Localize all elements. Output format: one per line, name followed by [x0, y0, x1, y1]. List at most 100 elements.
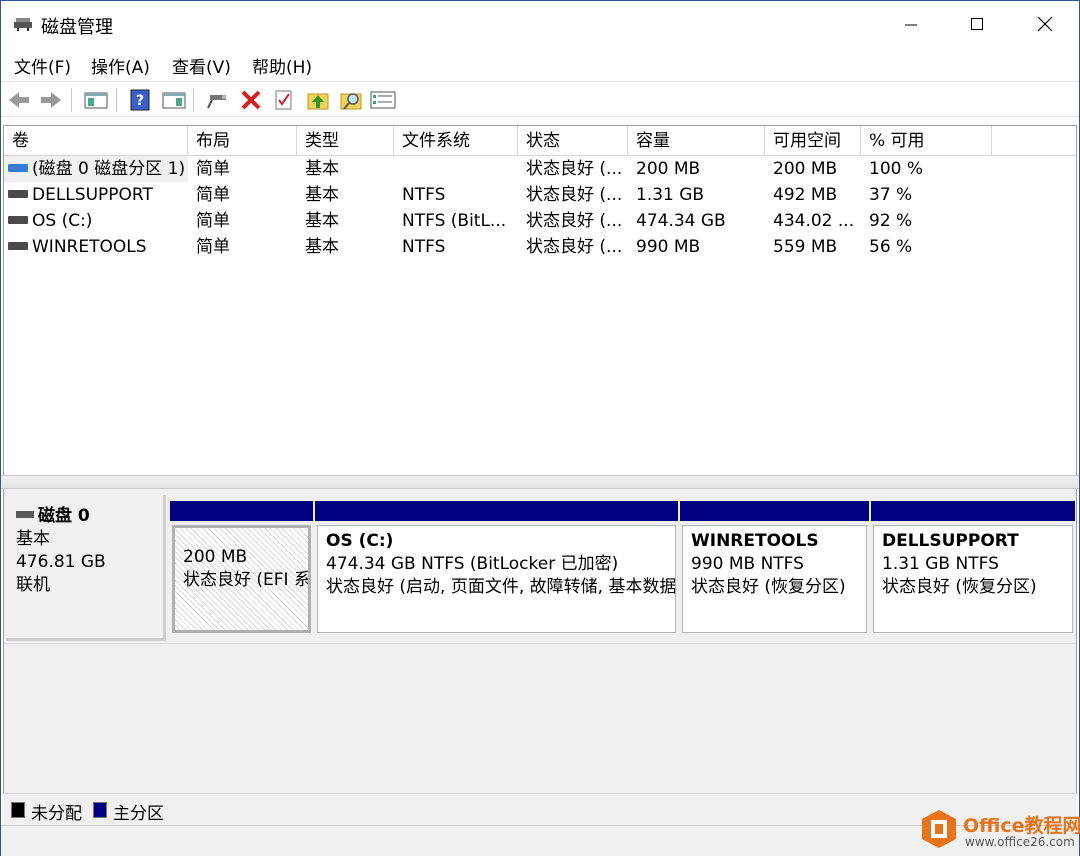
office-logo-icon — [922, 810, 956, 848]
volume-type: 基本 — [305, 237, 339, 257]
properties-button[interactable] — [271, 87, 297, 113]
forward-icon — [41, 92, 61, 108]
maximize-button[interactable] — [944, 1, 1010, 47]
volume-filesystem: NTFS (BitL... — [402, 211, 507, 231]
legend-swatch-primary — [93, 802, 107, 818]
volume-percent-free: 100 % — [869, 159, 924, 179]
show-hide-console-tree-button[interactable] — [83, 87, 109, 113]
column-header-type[interactable]: 类型 — [297, 126, 394, 156]
forward-button[interactable] — [38, 87, 64, 113]
volume-icon — [8, 241, 28, 250]
volume-capacity: 200 MB — [636, 159, 701, 179]
menu-action[interactable]: 操作(A) — [91, 53, 150, 78]
partition-title: DELLSUPPORT — [882, 531, 1019, 551]
delete-icon — [241, 90, 261, 110]
volume-row[interactable]: OS (C:) 简单 基本 NTFS (BitL... 状态良好 (... 47… — [4, 208, 1076, 234]
column-header-volume[interactable]: 卷 — [4, 126, 188, 156]
volume-free-space: 492 MB — [773, 185, 838, 205]
partition-status: 状态良好 (恢复分区) — [882, 577, 1037, 597]
volume-status: 状态良好 (... — [526, 185, 623, 205]
partition-winretools[interactable]: WINRETOOLS 990 MB NTFS 状态良好 (恢复分区) — [680, 501, 869, 635]
disk-management-window: 磁盘管理 文件(F) 操作(A) 查看(V) 帮助(H) ? 卷 布局 类型 文… — [0, 0, 1080, 856]
volume-type: 基本 — [305, 185, 339, 205]
column-header-layout[interactable]: 布局 — [188, 126, 297, 156]
volume-layout: 简单 — [196, 159, 230, 179]
primary-partition-bar — [871, 501, 1075, 521]
volume-list[interactable]: 卷 布局 类型 文件系统 状态 容量 可用空间 % 可用 (磁盘 0 磁盘分区 … — [3, 125, 1077, 475]
column-header-capacity[interactable]: 容量 — [628, 126, 765, 156]
volume-filesystem: NTFS — [402, 185, 446, 205]
volume-name: DELLSUPPORT — [32, 185, 153, 205]
column-header-filesystem[interactable]: 文件系统 — [394, 126, 518, 156]
volume-icon — [8, 215, 28, 224]
column-header-free-space[interactable]: 可用空间 — [765, 126, 861, 156]
delete-button[interactable] — [238, 87, 264, 113]
customize-view-button[interactable] — [370, 87, 396, 113]
volume-icon — [8, 163, 28, 172]
toolbar: ? — [1, 81, 1079, 117]
volume-row[interactable]: DELLSUPPORT 简单 基本 NTFS 状态良好 (... 1.31 GB… — [4, 182, 1076, 208]
up-level-button[interactable] — [305, 87, 331, 113]
volume-free-space: 200 MB — [773, 159, 838, 179]
pane-splitter[interactable] — [1, 475, 1079, 489]
console-tree-icon — [84, 92, 108, 109]
help-icon: ? — [130, 89, 150, 111]
menu-file[interactable]: 文件(F) — [14, 53, 71, 78]
partition-os-c[interactable]: OS (C:) 474.34 GB NTFS (BitLocker 已加密) 状… — [315, 501, 678, 635]
volume-layout: 简单 — [196, 237, 230, 257]
connect-button[interactable] — [205, 87, 231, 113]
check-icon — [275, 90, 292, 110]
volume-name: WINRETOOLS — [32, 237, 147, 257]
volume-name: OS (C:) — [32, 211, 93, 231]
volume-capacity: 474.34 GB — [636, 211, 726, 231]
watermark: Office教程网 www.office26.com — [915, 805, 1080, 853]
minimize-button[interactable] — [878, 1, 944, 47]
legend-swatch-unallocated — [11, 802, 25, 818]
volume-free-space: 559 MB — [773, 237, 838, 257]
partition-dellsupport[interactable]: DELLSUPPORT 1.31 GB NTFS 状态良好 (恢复分区) — [871, 501, 1075, 635]
volume-type: 基本 — [305, 211, 339, 231]
connect-icon — [207, 95, 226, 109]
help-button[interactable]: ? — [127, 87, 153, 113]
partition-status: 状态良好 (启动, 页面文件, 故障转储, 基本数据分区) — [326, 577, 676, 597]
window-title: 磁盘管理 — [41, 17, 113, 38]
toolbar-separator — [193, 88, 194, 112]
properties-panel-icon — [162, 92, 186, 109]
disk-type: 基本 — [16, 529, 50, 549]
legend-label-unallocated: 未分配 — [31, 804, 82, 824]
menu-view[interactable]: 查看(V) — [172, 53, 231, 78]
column-header-percent-free[interactable]: % 可用 — [861, 126, 992, 156]
volume-percent-free: 92 % — [869, 211, 913, 231]
menu-help[interactable]: 帮助(H) — [252, 53, 312, 78]
primary-partition-bar — [315, 501, 678, 521]
minimize-icon — [905, 24, 917, 26]
partition-status: 状态良好 (恢复分区) — [691, 577, 846, 597]
legend-label-primary: 主分区 — [113, 804, 164, 824]
column-header-status[interactable]: 状态 — [518, 126, 628, 156]
menu-bar: 文件(F) 操作(A) 查看(V) 帮助(H) — [1, 49, 1079, 79]
properties-panel-button[interactable] — [161, 87, 187, 113]
volume-row[interactable]: (磁盘 0 磁盘分区 1) 简单 基本 状态良好 (... 200 MB 200… — [4, 156, 1076, 182]
volume-icon — [8, 189, 28, 198]
title-bar[interactable]: 磁盘管理 — [1, 1, 1079, 47]
primary-partition-bar — [680, 501, 869, 521]
volume-name: (磁盘 0 磁盘分区 1) — [32, 159, 186, 179]
toolbar-separator — [71, 88, 72, 112]
volume-row[interactable]: WINRETOOLS 简单 基本 NTFS 状态良好 (... 990 MB 5… — [4, 234, 1076, 260]
volume-layout: 简单 — [196, 211, 230, 231]
close-button[interactable] — [1012, 1, 1078, 47]
partition-efi[interactable]: 200 MB 状态良好 (EFI 系统分区) — [170, 501, 313, 635]
disk-label[interactable]: 磁盘 0 基本 476.81 GB 联机 — [6, 495, 166, 641]
partition-title: OS (C:) — [326, 531, 394, 551]
volume-capacity: 990 MB — [636, 237, 701, 257]
back-button[interactable] — [6, 87, 32, 113]
partition-size: 1.31 GB NTFS — [882, 554, 999, 574]
volume-filesystem: NTFS — [402, 237, 446, 257]
search-button[interactable] — [338, 87, 364, 113]
partition-size: 200 MB — [183, 547, 248, 567]
disk-name: 磁盘 0 — [38, 506, 90, 526]
disk-status: 联机 — [16, 575, 50, 595]
watermark-brand: Office教程网 — [963, 815, 1080, 837]
volume-capacity: 1.31 GB — [636, 185, 705, 205]
volume-list-header: 卷 布局 类型 文件系统 状态 容量 可用空间 % 可用 — [4, 126, 1076, 156]
